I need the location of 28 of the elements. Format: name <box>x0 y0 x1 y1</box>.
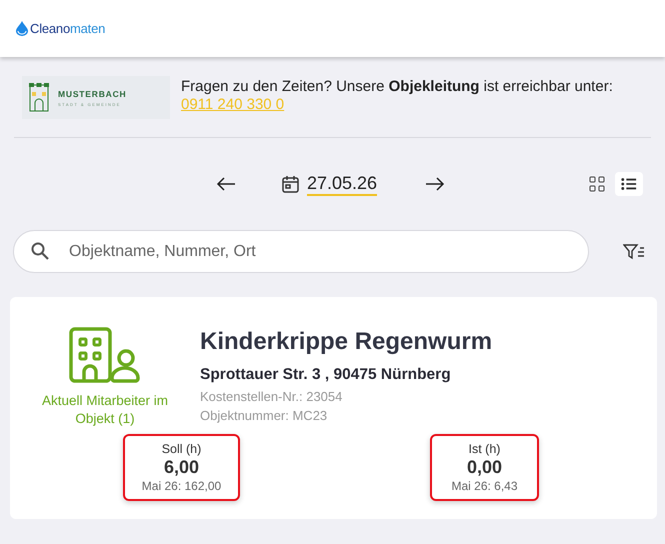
search-field[interactable]: Objektname, Nummer, Ort <box>13 230 589 273</box>
monthly-hours: Mai 26: 162,00 <box>142 479 222 493</box>
building-person-icon <box>69 327 141 383</box>
search-icon <box>31 242 49 260</box>
water-drop-icon <box>16 21 28 36</box>
castle-icon <box>28 82 50 112</box>
object-name: Kinderkrippe Regenwurm <box>200 328 492 356</box>
previous-day-button[interactable] <box>216 177 236 191</box>
municipality-name: MUSTERBACH <box>58 88 126 98</box>
presence-status: Aktuell Mitarbeiter im Objekt (1) <box>40 392 170 428</box>
date-field[interactable]: 27.05.26 <box>307 172 378 196</box>
object-number: Objektnummer: MC23 <box>200 407 328 425</box>
contact-message: Fragen zu den Zeiten? Unsere Objekleitung ist erreichbar unter: <box>181 78 613 96</box>
object-card[interactable]: Aktuell Mitarbeiter im Objekt (1) Kinderkrippe Regenwurm Sprottauer Str. 3 , 90475 Nürnberg Kostenstellen-Nr.: 23054 Objektnummer: MC23 Soll (h) 6,00 Mai 26: 162,00 Ist (h) 0,00 Mai 26: 6,43 <box>10 297 657 519</box>
next-day-button[interactable] <box>425 177 446 191</box>
hours-label: Soll (h) <box>162 442 202 456</box>
grid-icon <box>589 176 605 192</box>
list-view-button[interactable] <box>615 172 643 196</box>
logo-text: Cleanomaten <box>30 21 106 36</box>
list-icon <box>621 176 637 192</box>
hours-label: Ist (h) <box>468 442 500 456</box>
filter-button[interactable] <box>623 242 645 260</box>
hours-value: 0,00 <box>466 457 502 478</box>
hours-value: 6,00 <box>164 457 200 478</box>
monthly-hours: Mai 26: 6,43 <box>451 479 518 493</box>
object-address: Sprottauer Str. 3 , 90475 Nürnberg <box>200 366 452 384</box>
cost-center: Kostenstellen-Nr.: 23054 <box>200 388 344 406</box>
calendar-icon <box>282 175 299 193</box>
